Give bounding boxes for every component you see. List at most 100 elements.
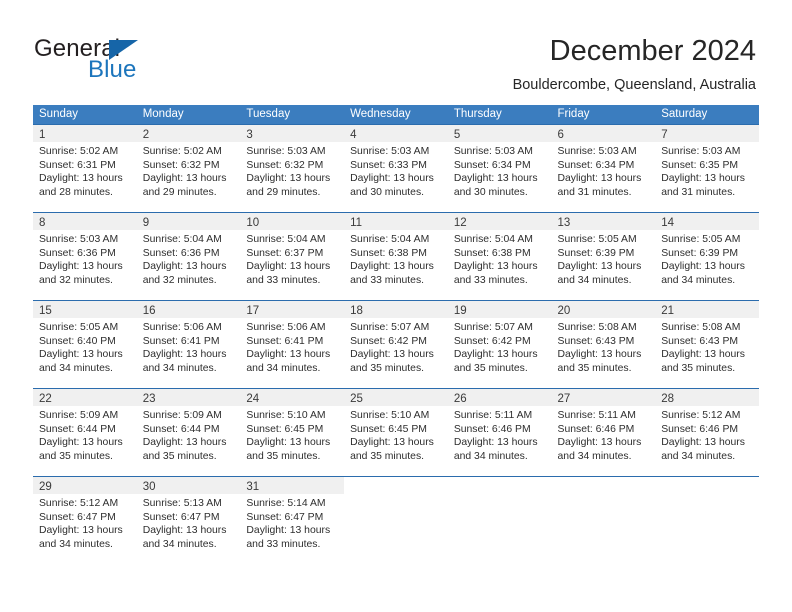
sunrise-text: Sunrise: 5:04 AM (246, 234, 326, 245)
day-cell[interactable]: 31 Sunrise: 5:14 AM Sunset: 6:47 PM Dayl… (240, 477, 345, 564)
sunset-text: Sunset: 6:36 PM (142, 247, 220, 259)
day-cell[interactable]: 21 Sunrise: 5:08 AM Sunset: 6:43 PM Dayl… (655, 301, 759, 388)
daylight-text-line2: and 34 minutes. (557, 450, 632, 462)
day-details: Sunrise: 5:10 AM Sunset: 6:45 PM Dayligh… (344, 406, 448, 476)
sunset-text: Sunset: 6:47 PM (39, 511, 116, 523)
general-blue-logo[interactable]: General Blue (34, 36, 214, 84)
day-number: 28 (661, 393, 675, 405)
day-cell-empty (447, 477, 552, 564)
day-number: 12 (453, 217, 467, 229)
day-details: Sunrise: 5:03 AM Sunset: 6:35 PM Dayligh… (655, 142, 759, 212)
day-cell[interactable]: 29 Sunrise: 5:12 AM Sunset: 6:47 PM Dayl… (33, 477, 137, 564)
day-cell[interactable]: 3 Sunrise: 5:03 AM Sunset: 6:32 PM Dayli… (240, 125, 345, 212)
daylight-text-line1: Daylight: 13 hours (453, 349, 538, 361)
sunset-text: Sunset: 6:37 PM (246, 247, 324, 259)
day-cell[interactable]: 28 Sunrise: 5:12 AM Sunset: 6:46 PM Dayl… (655, 389, 759, 476)
day-cell[interactable]: 4 Sunrise: 5:03 AM Sunset: 6:33 PM Dayli… (344, 125, 448, 212)
weekday-header-wednesday: Wednesday (350, 108, 411, 120)
daylight-text-line1: Daylight: 13 hours (142, 261, 227, 273)
sunset-text: Sunset: 6:41 PM (246, 335, 324, 347)
day-cell-empty (551, 477, 656, 564)
day-cell[interactable]: 25 Sunrise: 5:10 AM Sunset: 6:45 PM Dayl… (344, 389, 448, 476)
daylight-text-line1: Daylight: 13 hours (246, 349, 331, 361)
daylight-text-line2: and 35 minutes. (453, 362, 528, 374)
sunset-text: Sunset: 6:41 PM (142, 335, 220, 347)
day-cell[interactable]: 15 Sunrise: 5:05 AM Sunset: 6:40 PM Dayl… (33, 301, 137, 388)
day-number: 2 (142, 129, 150, 141)
day-cell[interactable]: 17 Sunrise: 5:06 AM Sunset: 6:41 PM Dayl… (240, 301, 345, 388)
day-number-band: 30 (136, 477, 241, 494)
daylight-text-line2: and 34 minutes. (39, 362, 113, 374)
day-cell[interactable]: 27 Sunrise: 5:11 AM Sunset: 6:46 PM Dayl… (551, 389, 656, 476)
daylight-text-line1: Daylight: 13 hours (661, 173, 745, 185)
day-details: Sunrise: 5:04 AM Sunset: 6:38 PM Dayligh… (448, 230, 552, 300)
day-cell[interactable]: 11 Sunrise: 5:04 AM Sunset: 6:38 PM Dayl… (344, 213, 448, 300)
sunset-text: Sunset: 6:43 PM (557, 335, 635, 347)
day-number-band: 8 (33, 213, 137, 230)
sunset-text: Sunset: 6:46 PM (661, 423, 739, 435)
sunrise-text: Sunrise: 5:11 AM (557, 410, 636, 421)
daylight-text-line1: Daylight: 13 hours (39, 261, 123, 273)
day-number-band: 26 (447, 389, 552, 406)
day-details: Sunrise: 5:13 AM Sunset: 6:47 PM Dayligh… (137, 494, 241, 564)
day-cell[interactable]: 23 Sunrise: 5:09 AM Sunset: 6:44 PM Dayl… (136, 389, 241, 476)
day-details: Sunrise: 5:03 AM Sunset: 6:34 PM Dayligh… (448, 142, 552, 212)
day-number-band: 16 (136, 301, 241, 318)
day-number: 31 (246, 481, 260, 493)
page-title: December 2024 (549, 35, 756, 67)
daylight-text-line1: Daylight: 13 hours (39, 349, 123, 361)
day-number-band: 5 (447, 125, 552, 142)
weekday-header-saturday: Saturday (661, 108, 708, 120)
day-cell[interactable]: 20 Sunrise: 5:08 AM Sunset: 6:43 PM Dayl… (551, 301, 656, 388)
day-cell[interactable]: 13 Sunrise: 5:05 AM Sunset: 6:39 PM Dayl… (551, 213, 656, 300)
day-cell[interactable]: 12 Sunrise: 5:04 AM Sunset: 6:38 PM Dayl… (447, 213, 552, 300)
day-cell[interactable]: 24 Sunrise: 5:10 AM Sunset: 6:45 PM Dayl… (240, 389, 345, 476)
day-number-band: 27 (551, 389, 656, 406)
daylight-text-line2: and 34 minutes. (557, 274, 632, 286)
day-details: Sunrise: 5:06 AM Sunset: 6:41 PM Dayligh… (240, 318, 344, 388)
day-cell[interactable]: 19 Sunrise: 5:07 AM Sunset: 6:42 PM Dayl… (447, 301, 552, 388)
day-cell[interactable]: 2 Sunrise: 5:02 AM Sunset: 6:32 PM Dayli… (136, 125, 241, 212)
sunrise-text: Sunrise: 5:14 AM (246, 498, 326, 509)
day-details: Sunrise: 5:02 AM Sunset: 6:31 PM Dayligh… (33, 142, 137, 212)
day-number-band: 24 (240, 389, 345, 406)
sunset-text: Sunset: 6:33 PM (350, 159, 427, 171)
daylight-text-line2: and 34 minutes. (661, 450, 736, 462)
day-cell[interactable]: 14 Sunrise: 5:05 AM Sunset: 6:39 PM Dayl… (655, 213, 759, 300)
day-number: 9 (142, 217, 150, 229)
daylight-text-line2: and 32 minutes. (39, 274, 113, 286)
day-number-band: 22 (33, 389, 137, 406)
day-details: Sunrise: 5:03 AM Sunset: 6:36 PM Dayligh… (33, 230, 137, 300)
day-cell[interactable]: 1 Sunrise: 5:02 AM Sunset: 6:31 PM Dayli… (33, 125, 137, 212)
day-number: 11 (350, 217, 363, 229)
day-cell[interactable]: 22 Sunrise: 5:09 AM Sunset: 6:44 PM Dayl… (33, 389, 137, 476)
day-cell[interactable]: 7 Sunrise: 5:03 AM Sunset: 6:35 PM Dayli… (655, 125, 759, 212)
day-cell[interactable]: 10 Sunrise: 5:04 AM Sunset: 6:37 PM Dayl… (240, 213, 345, 300)
sunset-text: Sunset: 6:39 PM (557, 247, 635, 259)
sunrise-text: Sunrise: 5:03 AM (246, 146, 326, 157)
day-number-band: 13 (551, 213, 656, 230)
daylight-text-line1: Daylight: 13 hours (661, 261, 745, 273)
day-number-band: 10 (240, 213, 345, 230)
sunset-text: Sunset: 6:46 PM (453, 423, 531, 435)
day-number-band (344, 477, 448, 494)
day-number-band: 2 (136, 125, 241, 142)
logo-text-blue: Blue (88, 56, 137, 83)
day-cell[interactable]: 26 Sunrise: 5:11 AM Sunset: 6:46 PM Dayl… (447, 389, 552, 476)
day-cell[interactable]: 9 Sunrise: 5:04 AM Sunset: 6:36 PM Dayli… (136, 213, 241, 300)
calendar-week-row: 15 Sunrise: 5:05 AM Sunset: 6:40 PM Dayl… (33, 300, 759, 388)
daylight-text-line1: Daylight: 13 hours (246, 525, 331, 537)
day-cell[interactable]: 18 Sunrise: 5:07 AM Sunset: 6:42 PM Dayl… (344, 301, 448, 388)
day-number: 7 (661, 129, 668, 141)
sunrise-text: Sunrise: 5:09 AM (142, 410, 222, 421)
day-cell[interactable]: 5 Sunrise: 5:03 AM Sunset: 6:34 PM Dayli… (447, 125, 552, 212)
sunset-text: Sunset: 6:38 PM (453, 247, 531, 259)
day-cell[interactable]: 30 Sunrise: 5:13 AM Sunset: 6:47 PM Dayl… (136, 477, 241, 564)
day-cell[interactable]: 6 Sunrise: 5:03 AM Sunset: 6:34 PM Dayli… (551, 125, 656, 212)
daylight-text-line1: Daylight: 13 hours (39, 525, 123, 537)
day-cell[interactable]: 8 Sunrise: 5:03 AM Sunset: 6:36 PM Dayli… (33, 213, 137, 300)
day-cell[interactable]: 16 Sunrise: 5:06 AM Sunset: 6:41 PM Dayl… (136, 301, 241, 388)
daylight-text-line2: and 31 minutes. (557, 186, 632, 198)
sunrise-text: Sunrise: 5:05 AM (661, 234, 741, 245)
day-details: Sunrise: 5:07 AM Sunset: 6:42 PM Dayligh… (344, 318, 448, 388)
